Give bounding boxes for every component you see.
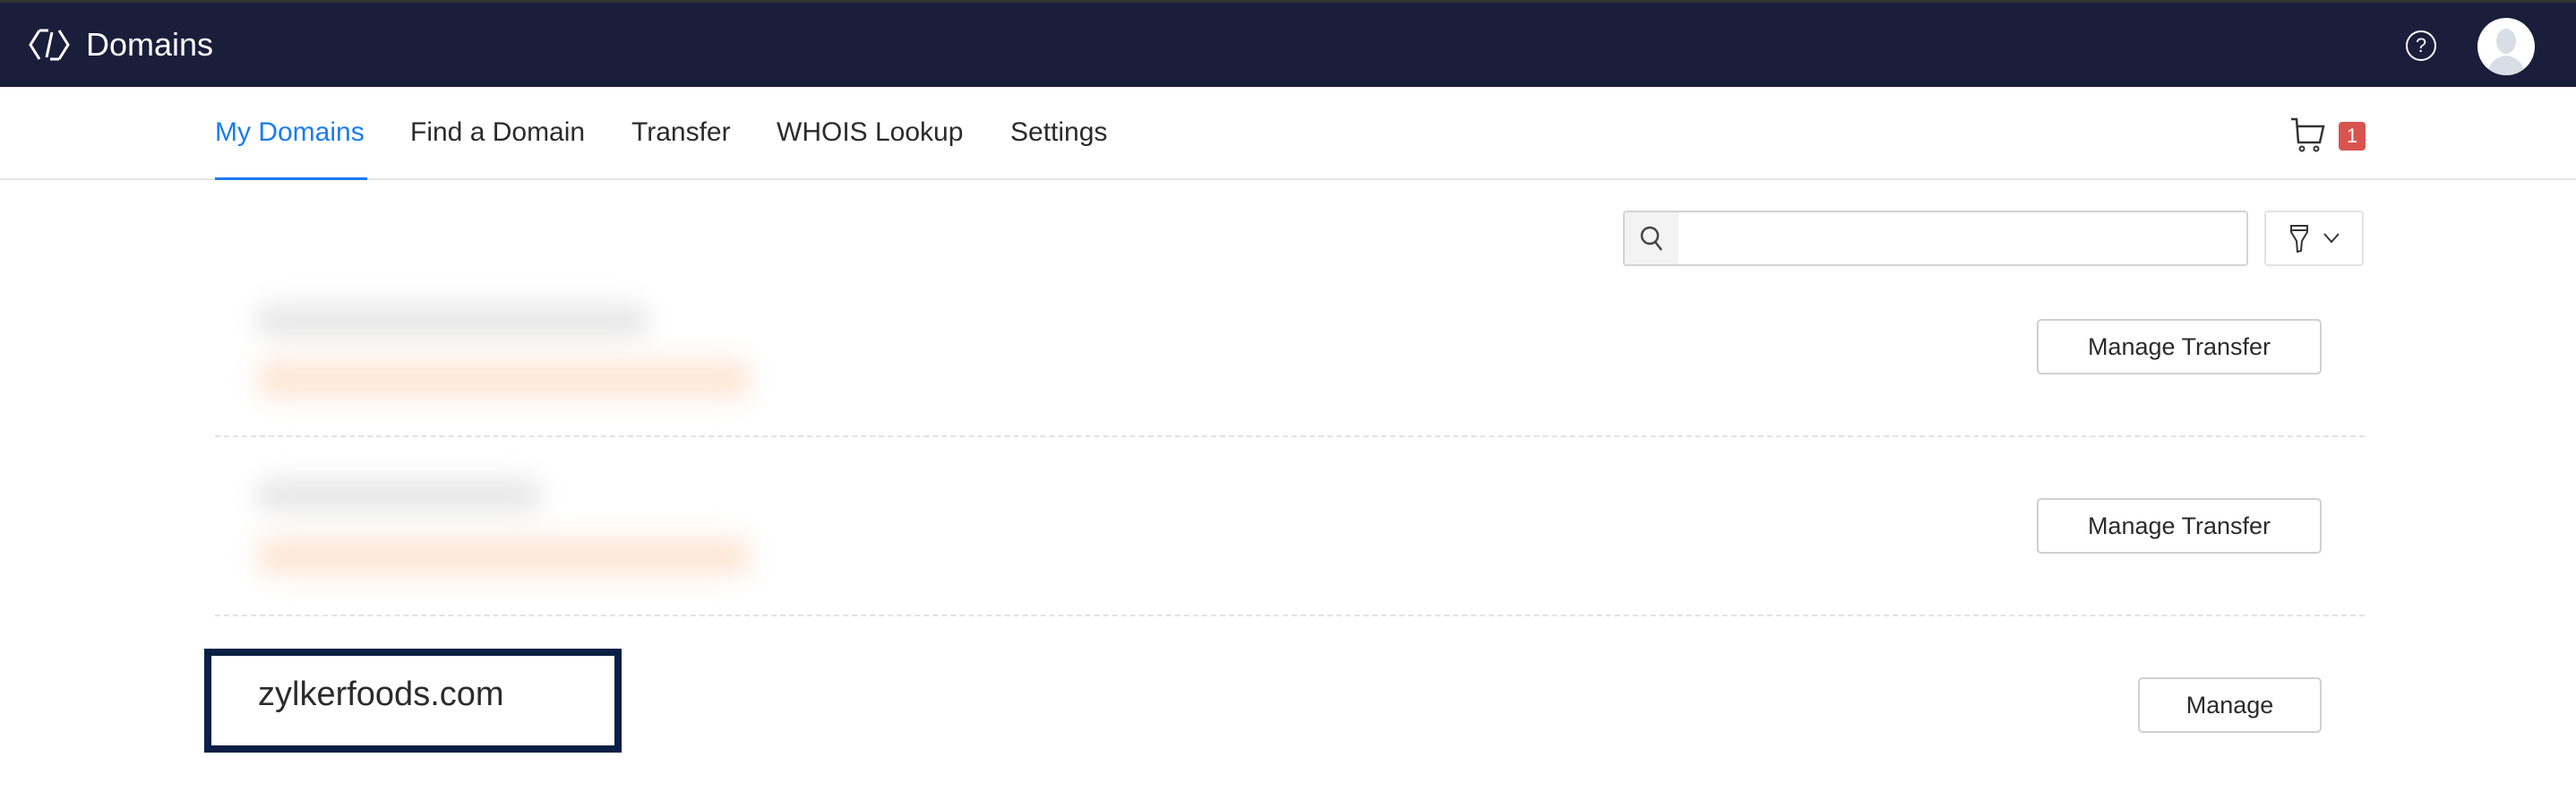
cart-icon[interactable] (2289, 116, 2327, 153)
top-bar: Domains ? (0, 0, 2576, 87)
redacted-domain-status (255, 538, 752, 575)
cart-count-badge: 1 (2339, 122, 2366, 151)
manage-transfer-button[interactable]: Manage Transfer (2037, 319, 2322, 374)
app-title: Domains (86, 26, 214, 63)
row-divider (215, 435, 2365, 437)
tab-my-domains[interactable]: My Domains (215, 117, 365, 148)
search-input[interactable] (1679, 212, 2246, 264)
help-icon[interactable]: ? (2406, 30, 2436, 61)
filter-icon (2289, 225, 2308, 254)
user-avatar-icon (2486, 29, 2526, 75)
domain-name[interactable]: zylkerfoods.com (258, 676, 504, 714)
domains-logo-icon (29, 29, 70, 61)
tab-settings[interactable]: Settings (1010, 117, 1107, 148)
row-divider (215, 615, 2365, 616)
avatar[interactable] (2477, 18, 2535, 75)
manage-button[interactable]: Manage (2138, 677, 2322, 733)
search-icon (1625, 212, 1679, 264)
chevron-down-icon (2323, 233, 2340, 244)
redacted-domain-name (255, 479, 542, 512)
manage-transfer-button[interactable]: Manage Transfer (2037, 498, 2322, 554)
redacted-domain-status (255, 360, 752, 398)
tab-find-a-domain[interactable]: Find a Domain (410, 117, 585, 148)
filter-dropdown[interactable] (2264, 211, 2364, 266)
tab-transfer[interactable]: Transfer (631, 117, 731, 148)
tab-whois-lookup[interactable]: WHOIS Lookup (777, 117, 963, 148)
nav-bar: My Domains Find a Domain Transfer WHOIS … (0, 87, 2576, 180)
active-tab-indicator (215, 177, 367, 180)
redacted-domain-name (255, 305, 649, 337)
search-box[interactable] (1623, 211, 2248, 266)
